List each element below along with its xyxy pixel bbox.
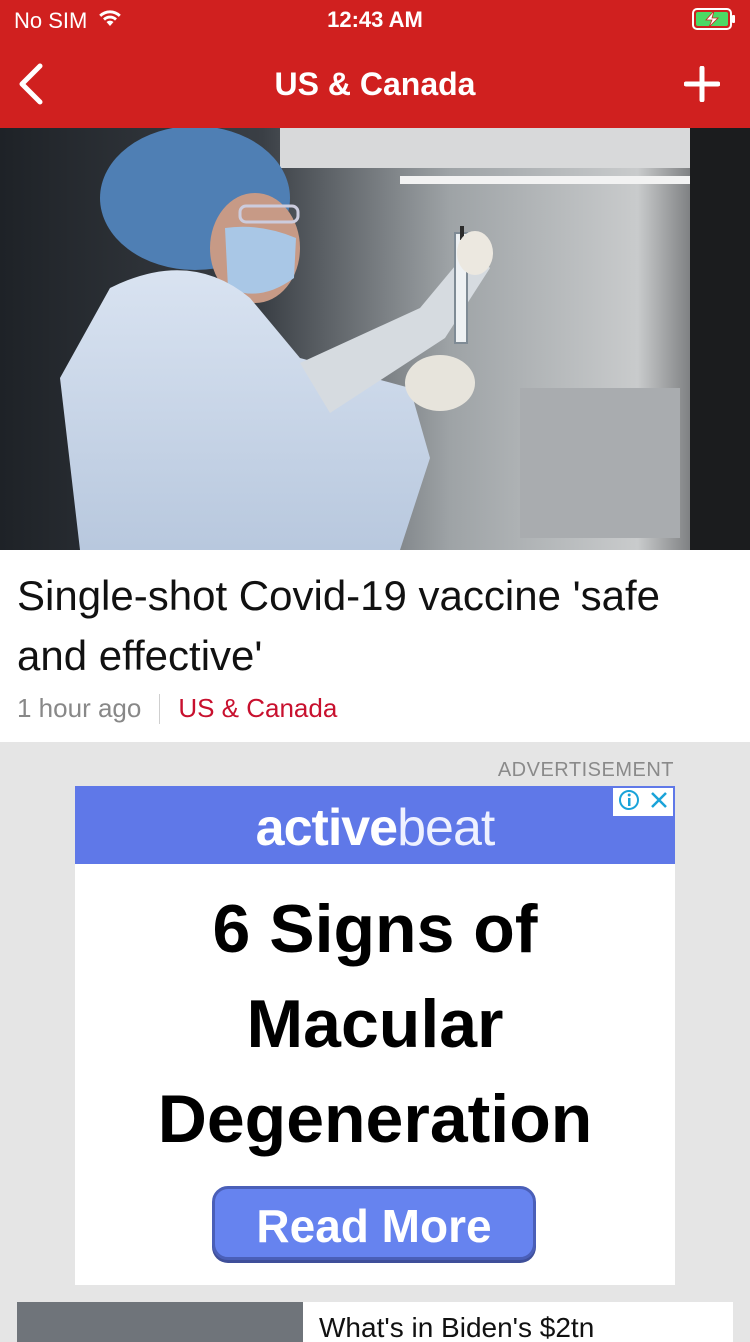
ad-brand-part2: beat xyxy=(397,799,495,857)
meta-divider xyxy=(159,693,161,724)
ad-brand-part1: active xyxy=(255,799,398,857)
navigation-bar: US & Canada xyxy=(0,40,750,128)
advertisement-banner[interactable]: activebeat 6 Signs of Macular Degenerati… xyxy=(75,786,675,1285)
status-bar: No SIM 12:43 AM xyxy=(0,0,750,40)
page-title: US & Canada xyxy=(274,66,476,102)
chevron-left-icon[interactable] xyxy=(14,62,48,106)
list-item[interactable]: What's in Biden's $2tn xyxy=(17,1302,733,1342)
info-icon[interactable] xyxy=(618,789,640,816)
read-more-button[interactable]: Read More xyxy=(212,1186,536,1260)
article-card[interactable]: Single-shot Covid-19 vaccine 'safe and e… xyxy=(0,550,750,742)
article-title[interactable]: Single-shot Covid-19 vaccine 'safe and e… xyxy=(17,566,733,686)
advertisement-label: ADVERTISEMENT xyxy=(497,759,674,781)
article-thumbnail[interactable] xyxy=(17,1302,303,1342)
next-article-title[interactable]: What's in Biden's $2tn xyxy=(319,1312,594,1342)
article-hero-image[interactable] xyxy=(0,128,750,550)
article-section-link[interactable]: US & Canada xyxy=(178,693,337,724)
ad-header: activebeat xyxy=(75,786,675,864)
plus-icon[interactable] xyxy=(683,65,721,103)
status-time: 12:43 AM xyxy=(327,7,423,32)
article-meta: 1 hour ago US & Canada xyxy=(17,693,337,724)
ad-choices[interactable] xyxy=(613,788,673,816)
article-time: 1 hour ago xyxy=(17,693,142,723)
close-icon[interactable] xyxy=(649,790,669,815)
battery-charging-icon xyxy=(692,8,736,30)
ad-headline: 6 Signs of Macular Degeneration xyxy=(157,891,593,1157)
ad-brand-logo: activebeat xyxy=(75,786,675,864)
top-bar: No SIM 12:43 AM US & Canada xyxy=(0,0,750,128)
